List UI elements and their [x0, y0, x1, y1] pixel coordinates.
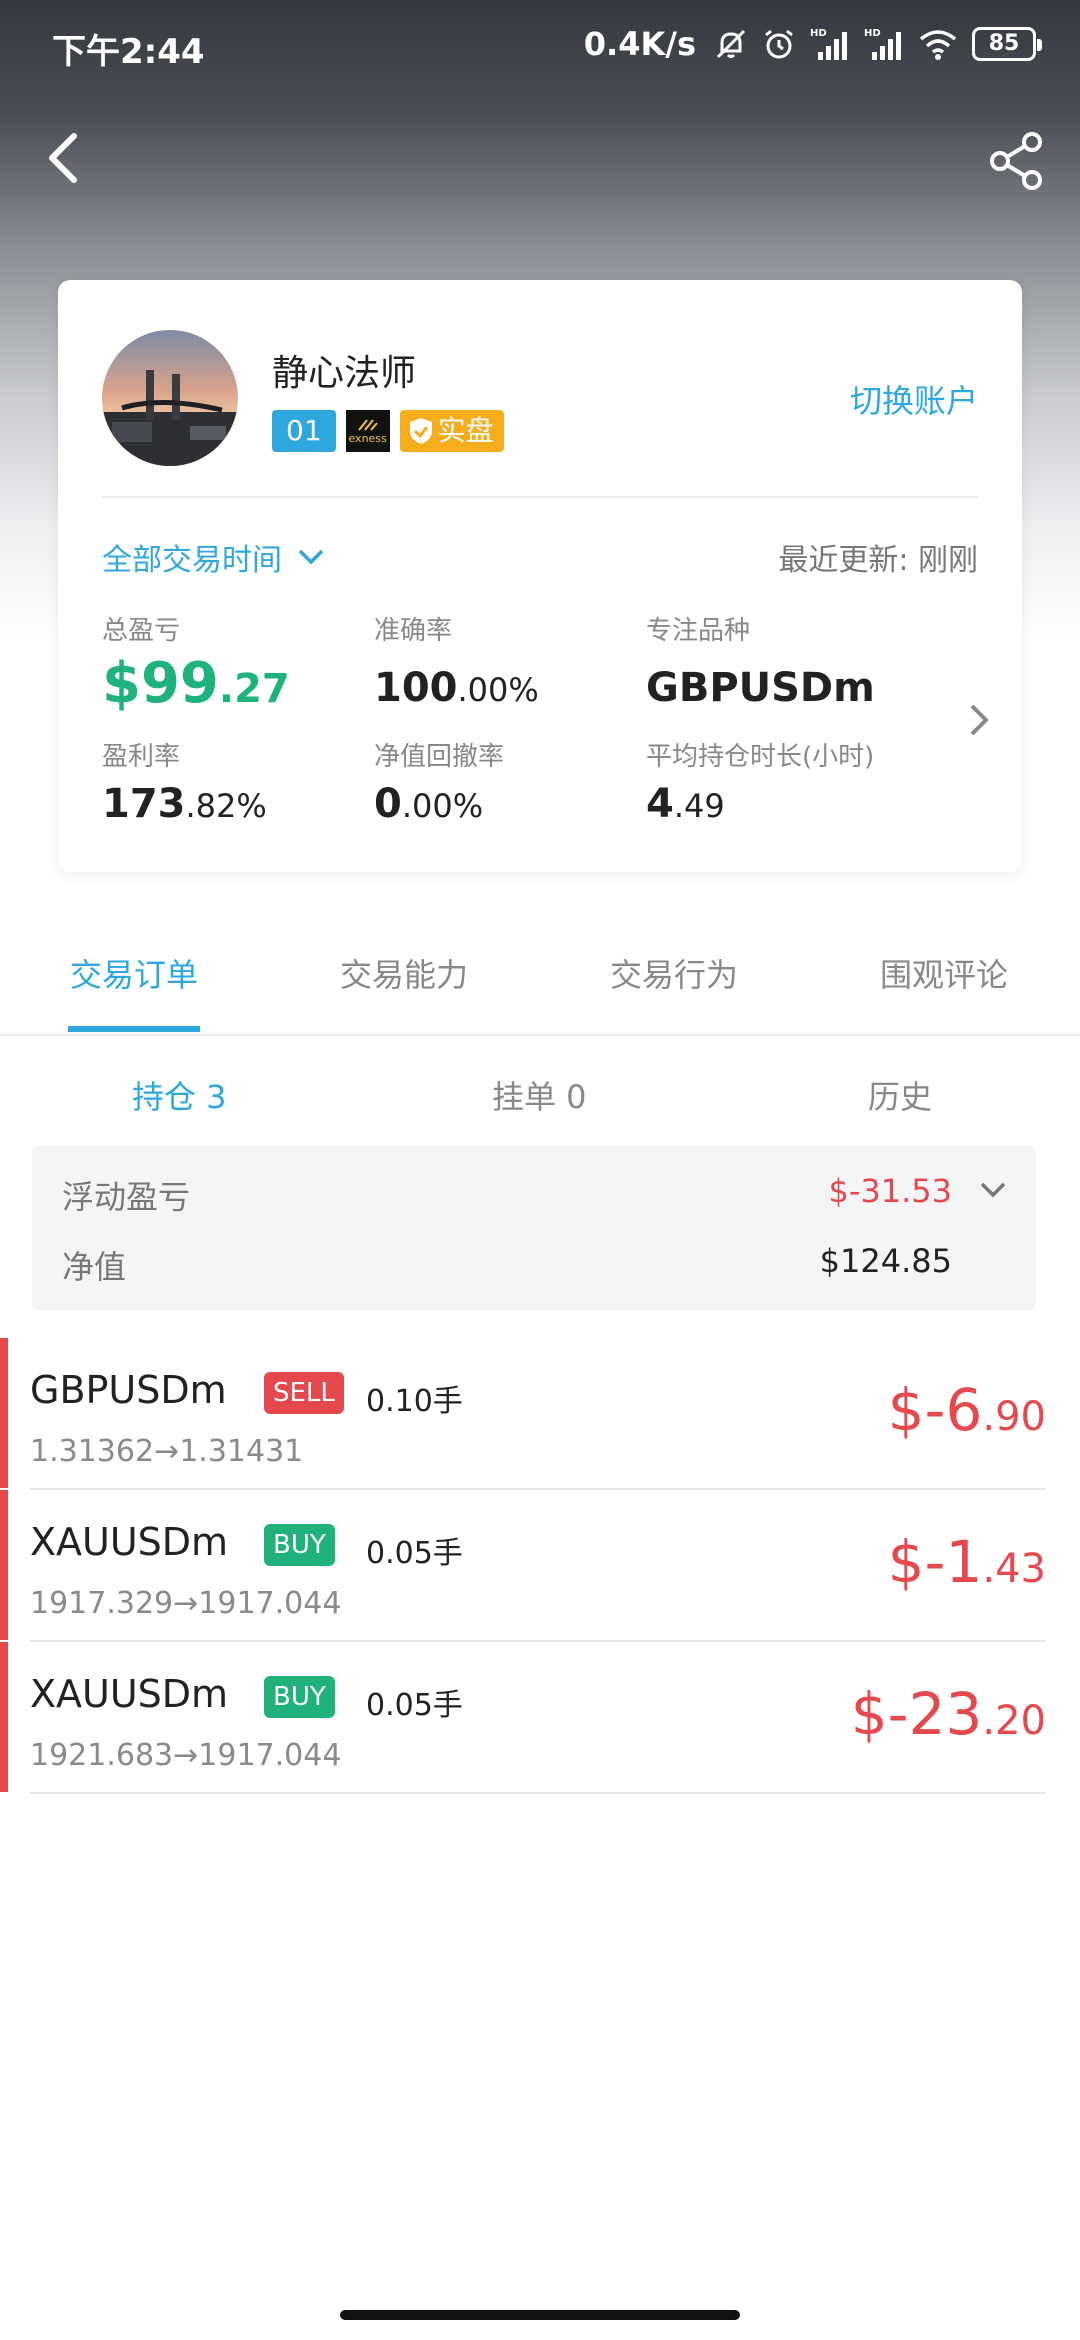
order-pl: $-6.90	[887, 1376, 1046, 1444]
order-row[interactable]: GBPUSDm SELL 0.10手 1.31362→1.31431 $-6.9…	[0, 1338, 1080, 1490]
status-time: 下午2:44	[52, 32, 205, 72]
tab-behavior[interactable]: 交易行为	[610, 950, 738, 996]
order-prices: 1.31362→1.31431	[30, 1434, 304, 1469]
equity-value: $124.85	[819, 1242, 952, 1280]
badge-row: 01 exness 实盘	[272, 410, 504, 452]
tab-ability[interactable]: 交易能力	[340, 950, 468, 996]
last-update: 最近更新: 刚刚	[778, 543, 978, 578]
time-range-dropdown[interactable]: 全部交易时间	[102, 535, 326, 579]
subtab-history[interactable]: 历史	[868, 1072, 932, 1118]
net-speed: 0.4K/s	[583, 25, 696, 63]
order-lots: 0.05手	[366, 1688, 463, 1723]
order-pl: $-23.20	[850, 1680, 1046, 1748]
chevron-down-icon[interactable]	[978, 1180, 1008, 1200]
tab-underline	[68, 1026, 200, 1032]
stat-value: 100.00%	[374, 665, 539, 711]
order-side-badge: BUY	[264, 1676, 335, 1718]
real-account-label: 实盘	[437, 414, 494, 447]
avatar[interactable]	[102, 330, 238, 466]
stat-label: 净值回撤率	[374, 742, 505, 772]
stat-value: 173.82%	[102, 781, 267, 827]
profile-card: 静心法师 01 exness 实盘 切换账户 全部交易时间 最近更新: 刚刚 总…	[58, 280, 1022, 872]
stat-value: 0.00%	[374, 781, 484, 827]
shield-check-icon	[409, 418, 432, 444]
order-symbol: GBPUSDm	[30, 1368, 227, 1412]
floating-pl-value: $-31.53	[828, 1172, 952, 1210]
svg-text:HD: HD	[810, 28, 827, 39]
loss-indicator	[0, 1642, 8, 1792]
stat-drawdown: 净值回撤率 0.00%	[374, 736, 504, 827]
stat-profit-rate: 盈利率 173.82%	[102, 736, 267, 827]
tab-comments[interactable]: 围观评论	[880, 950, 1008, 996]
order-subtabs: 持仓 3 挂单 0 历史	[0, 1040, 1080, 1140]
svg-text:HD: HD	[864, 28, 881, 39]
position-summary: 浮动盈亏 $-31.53 净值 $124.85	[32, 1146, 1036, 1310]
order-row[interactable]: XAUUSDm BUY 0.05手 1921.683→1917.044 $-23…	[0, 1642, 1080, 1794]
stat-label: 盈利率	[102, 742, 181, 772]
mute-icon	[716, 29, 746, 59]
subtab-pending[interactable]: 挂单 0	[492, 1072, 587, 1118]
exness-icon	[357, 418, 378, 431]
broker-logo-text: exness	[348, 431, 387, 445]
broker-logo: exness	[345, 410, 390, 452]
stat-label: 平均持仓时长(小时)	[646, 742, 875, 772]
battery-icon: 85	[972, 27, 1042, 61]
stat-focus-symbol: 专注品种 GBPUSDm	[646, 610, 875, 711]
order-side-badge: SELL	[264, 1372, 344, 1414]
order-row[interactable]: XAUUSDm BUY 0.05手 1917.329→1917.044 $-1.…	[0, 1490, 1080, 1642]
tab-orders[interactable]: 交易订单	[70, 950, 198, 996]
stat-avg-hold: 平均持仓时长(小时) 4.49	[646, 736, 874, 827]
stat-value: 4.49	[646, 781, 725, 827]
stat-value: $99.27	[102, 651, 290, 716]
order-symbol: XAUUSDm	[30, 1672, 229, 1716]
rank-badge: 01	[272, 410, 336, 452]
order-symbol: XAUUSDm	[30, 1520, 229, 1564]
equity-label: 净值	[62, 1248, 127, 1286]
share-button[interactable]	[984, 128, 1050, 194]
alarm-icon	[765, 29, 793, 59]
signal-hd-icon: HD	[864, 28, 901, 60]
real-account-badge: 实盘	[399, 410, 504, 452]
signal-hd-icon: HD	[810, 28, 847, 60]
stat-total-pl: 总盈亏 $99.27	[102, 610, 290, 716]
order-lots: 0.10手	[366, 1384, 463, 1419]
chevron-down-icon	[298, 549, 324, 565]
divider	[102, 496, 978, 498]
order-pl: $-1.43	[887, 1528, 1046, 1596]
switch-account-button[interactable]: 切换账户	[850, 376, 978, 422]
main-tabs: 交易订单 交易能力 交易行为 围观评论	[0, 900, 1080, 1036]
floating-pl-label: 浮动盈亏	[62, 1178, 191, 1216]
back-button[interactable]	[40, 128, 84, 188]
status-icons: 0.4K/s HD HD 85	[583, 22, 1042, 66]
status-bar: 下午2:44 0.4K/s HD HD 85	[0, 0, 1080, 92]
home-indicator[interactable]	[340, 2310, 740, 2320]
user-name: 静心法师	[272, 353, 417, 394]
stat-accuracy: 准确率 100.00%	[374, 610, 539, 711]
stat-value: GBPUSDm	[646, 665, 875, 711]
loss-indicator	[0, 1490, 8, 1640]
order-prices: 1917.329→1917.044	[30, 1586, 342, 1621]
order-lots: 0.05手	[366, 1536, 463, 1571]
chevron-right-icon[interactable]	[966, 700, 992, 740]
wifi-icon	[919, 30, 957, 60]
stat-label: 总盈亏	[102, 616, 181, 646]
order-side-badge: BUY	[264, 1524, 335, 1566]
loss-indicator	[0, 1338, 8, 1488]
subtab-positions[interactable]: 持仓 3	[132, 1072, 227, 1118]
stat-label: 准确率	[374, 616, 453, 646]
order-prices: 1921.683→1917.044	[30, 1738, 342, 1773]
stat-label: 专注品种	[646, 616, 751, 646]
divider	[30, 1792, 1046, 1794]
time-range-label: 全部交易时间	[102, 543, 282, 578]
